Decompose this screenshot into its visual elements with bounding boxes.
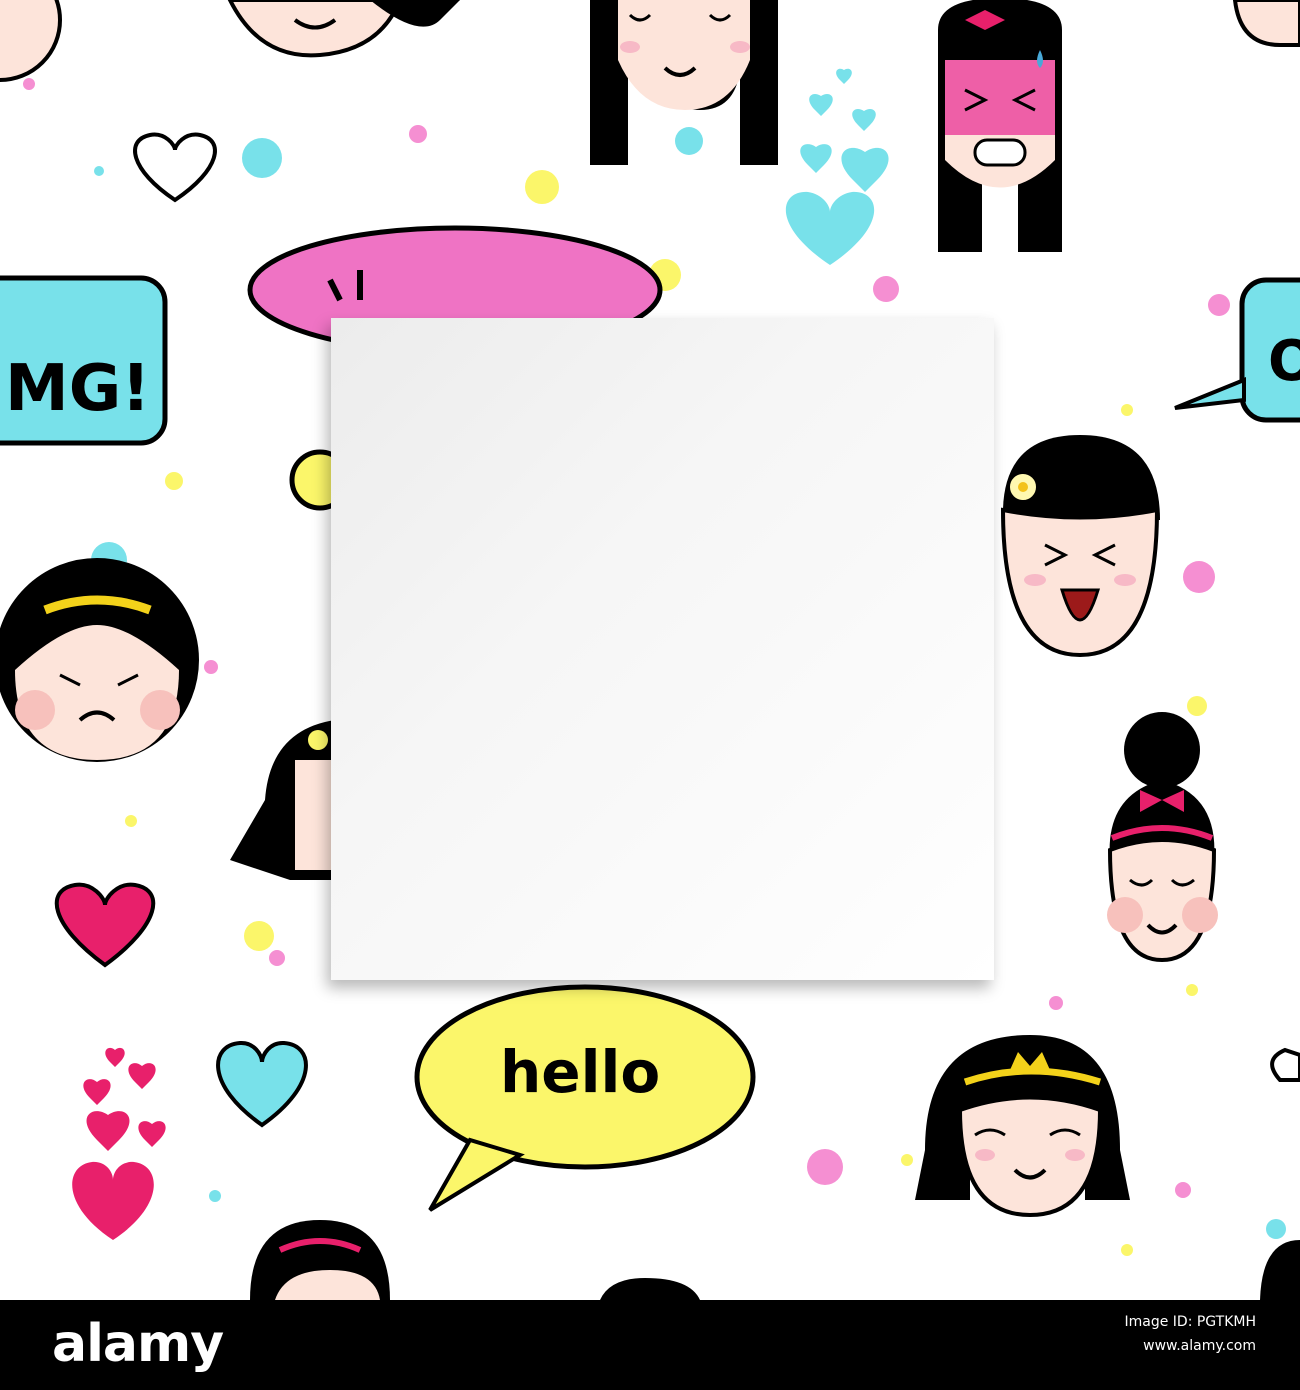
cyan-heart-sticker — [216, 1040, 308, 1128]
partial-girl-bottom-center — [600, 1278, 700, 1300]
image-id-label: Image ID: PGTKMH — [1124, 1314, 1256, 1330]
red-hearts-cluster — [72, 1047, 166, 1240]
partial-face-top-right — [1232, 0, 1300, 47]
pixel-girl-emoji-partial — [230, 720, 335, 880]
site-url: www.alamy.com — [1143, 1338, 1256, 1354]
partial-heart-right — [1270, 1047, 1300, 1082]
girl-with-bun-emoji — [1107, 712, 1218, 963]
cyan-hearts-cluster — [785, 68, 889, 265]
hello-bubble-text: hello — [500, 1038, 660, 1106]
partial-face-top-left — [0, 0, 62, 82]
red-heart-sticker — [54, 882, 156, 968]
partial-girl-bottom-left — [250, 1220, 390, 1300]
omg-speech-bubble: MG! — [0, 275, 168, 446]
princess-girl-emoji — [915, 1035, 1130, 1218]
partial-face-top — [227, 0, 460, 58]
alamy-logo: alamy — [52, 1314, 224, 1374]
blank-paper-note — [331, 318, 994, 980]
partial-girl-bottom-right — [1260, 1240, 1300, 1300]
watermark-footer: alamy Image ID: PGTKMH www.alamy.com — [0, 1300, 1300, 1390]
partial-speech-bubble-right: O — [1174, 277, 1300, 423]
omg-bubble-text: MG! — [5, 352, 150, 426]
partial-bubble-text: O — [1268, 329, 1300, 394]
sad-girl-emoji — [0, 558, 199, 762]
footer-meta: Image ID: PGTKMH www.alamy.com — [1036, 1310, 1256, 1358]
laughing-girl-emoji — [1000, 435, 1160, 658]
outline-heart-sticker — [133, 132, 217, 203]
stressed-girl-emoji — [938, 0, 1062, 252]
hello-speech-bubble: hello — [414, 984, 756, 1212]
